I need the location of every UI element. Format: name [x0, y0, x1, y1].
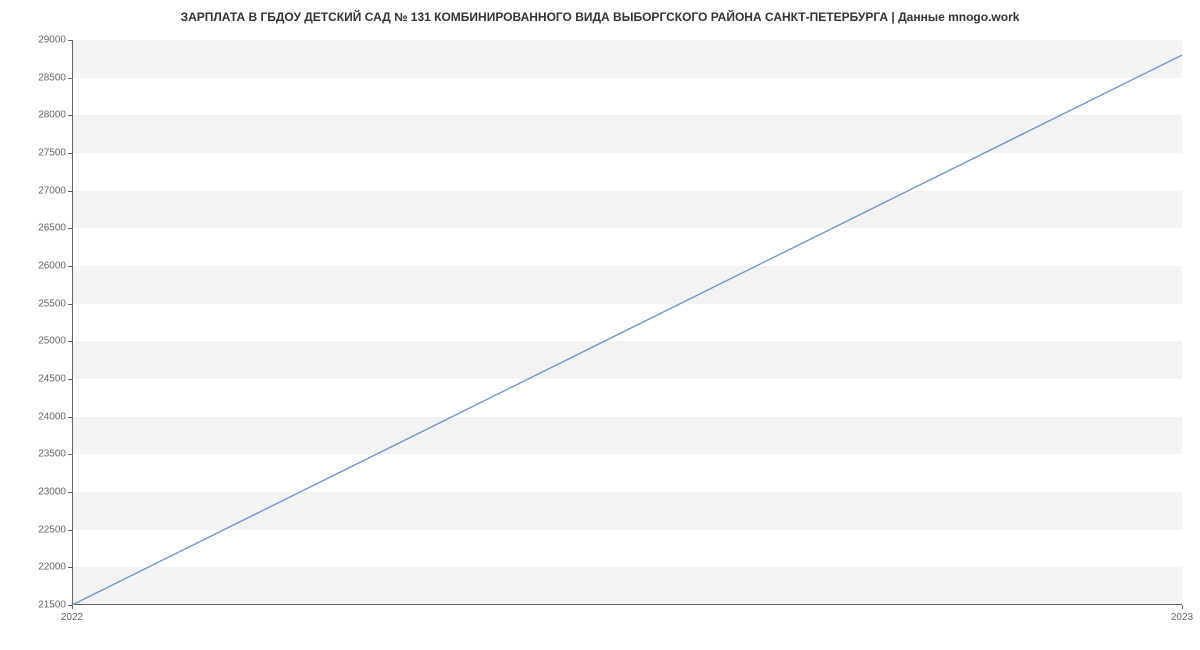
- y-tick-label: 23000: [16, 487, 66, 498]
- axis-labels: 2150022000225002300023500240002450025000…: [72, 40, 1182, 605]
- y-tick-label: 22000: [16, 562, 66, 573]
- y-tick-label: 24000: [16, 411, 66, 422]
- y-tick-label: 27000: [16, 185, 66, 196]
- y-tick-label: 26500: [16, 223, 66, 234]
- y-tick-label: 21500: [16, 600, 66, 611]
- x-tick: [1182, 605, 1183, 609]
- y-tick-label: 27500: [16, 148, 66, 159]
- y-tick-label: 24500: [16, 374, 66, 385]
- chart-title: ЗАРПЛАТА В ГБДОУ ДЕТСКИЙ САД № 131 КОМБИ…: [0, 0, 1200, 34]
- y-tick-label: 22500: [16, 524, 66, 535]
- y-tick-label: 28500: [16, 72, 66, 83]
- x-tick-label: 2022: [61, 612, 83, 623]
- y-tick-label: 26000: [16, 261, 66, 272]
- x-tick-label: 2023: [1171, 612, 1193, 623]
- y-tick-label: 23500: [16, 449, 66, 460]
- y-tick-label: 25000: [16, 336, 66, 347]
- y-tick-label: 29000: [16, 35, 66, 46]
- y-tick-label: 28000: [16, 110, 66, 121]
- x-tick: [72, 605, 73, 609]
- y-tick-label: 25500: [16, 298, 66, 309]
